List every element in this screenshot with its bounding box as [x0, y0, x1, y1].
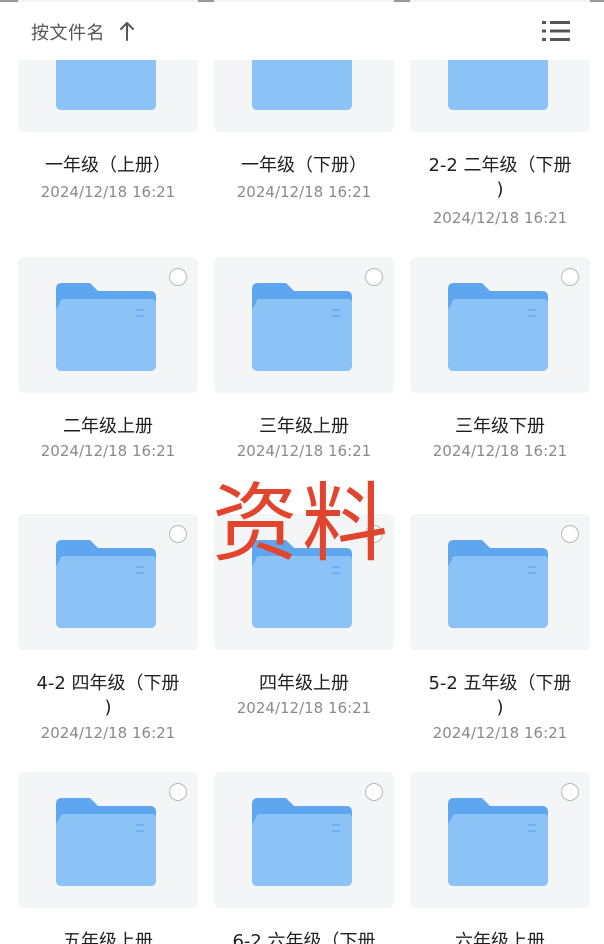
folder-date: 2024/12/18 16:21: [432, 209, 568, 227]
folder-date: 2024/12/18 16:21: [236, 699, 372, 717]
folder-name-overflow: ): [104, 697, 112, 718]
select-checkbox[interactable]: [169, 525, 187, 543]
folder-thumbnail[interactable]: [214, 257, 394, 393]
folder-icon: [448, 798, 548, 886]
folder-icon: [448, 540, 548, 628]
folder-name: 一年级（上册）: [45, 155, 171, 176]
folder-name: 5-2 五年级（下册: [428, 673, 572, 694]
folder-date: 2024/12/18 16:21: [432, 442, 568, 460]
folder-thumbnail[interactable]: [214, 772, 394, 908]
list-view-icon[interactable]: [540, 18, 572, 44]
folder-thumbnail[interactable]: [18, 772, 198, 908]
select-checkbox[interactable]: [169, 783, 187, 801]
folder-name: 四年级上册: [259, 673, 349, 694]
folder-icon: [56, 540, 156, 628]
folder-name: 二年级上册: [63, 416, 153, 437]
folder-date: 2024/12/18 16:21: [432, 724, 568, 742]
folder-icon: [252, 283, 352, 371]
folder-name-overflow: ): [496, 179, 504, 200]
folder-name-overflow: ): [496, 697, 504, 718]
folder-icon: [448, 283, 548, 371]
select-checkbox[interactable]: [365, 783, 383, 801]
folder-thumbnail[interactable]: [214, 514, 394, 650]
folder-icon: [252, 540, 352, 628]
arrow-up-icon[interactable]: [118, 20, 136, 42]
sort-header: 按文件名: [0, 2, 604, 60]
folder-thumbnail[interactable]: [410, 514, 590, 650]
folder-name: 2-2 二年级（下册: [428, 155, 572, 176]
folder-name: 五年级上册: [63, 931, 153, 944]
folder-date: 2024/12/18 16:21: [40, 724, 176, 742]
folder-icon: [252, 798, 352, 886]
select-checkbox[interactable]: [365, 525, 383, 543]
folder-date: 2024/12/18 16:21: [236, 183, 372, 201]
folder-thumbnail[interactable]: [18, 257, 198, 393]
folder-date: 2024/12/18 16:21: [40, 183, 176, 201]
folder-name: 三年级上册: [259, 416, 349, 437]
folder-name: 4-2 四年级（下册: [36, 673, 180, 694]
folder-date: 2024/12/18 16:21: [40, 442, 176, 460]
sort-by-name-button[interactable]: 按文件名: [31, 19, 105, 45]
folder-name: 6-2 六年级（下册: [232, 931, 376, 944]
folder-name: 六年级上册: [455, 931, 545, 944]
folder-thumbnail[interactable]: [410, 257, 590, 393]
folder-date: 2024/12/18 16:21: [236, 442, 372, 460]
select-checkbox[interactable]: [561, 268, 579, 286]
folder-grid: 一年级（上册） 2024/12/18 16:21 一年级（下册） 2024/12…: [0, 0, 604, 944]
select-checkbox[interactable]: [561, 525, 579, 543]
select-checkbox[interactable]: [561, 783, 579, 801]
folder-thumbnail[interactable]: [410, 772, 590, 908]
folder-thumbnail[interactable]: [18, 514, 198, 650]
folder-name: 一年级（下册）: [241, 155, 367, 176]
folder-name: 三年级下册: [455, 416, 545, 437]
select-checkbox[interactable]: [169, 268, 187, 286]
folder-icon: [56, 283, 156, 371]
select-checkbox[interactable]: [365, 268, 383, 286]
folder-icon: [56, 798, 156, 886]
